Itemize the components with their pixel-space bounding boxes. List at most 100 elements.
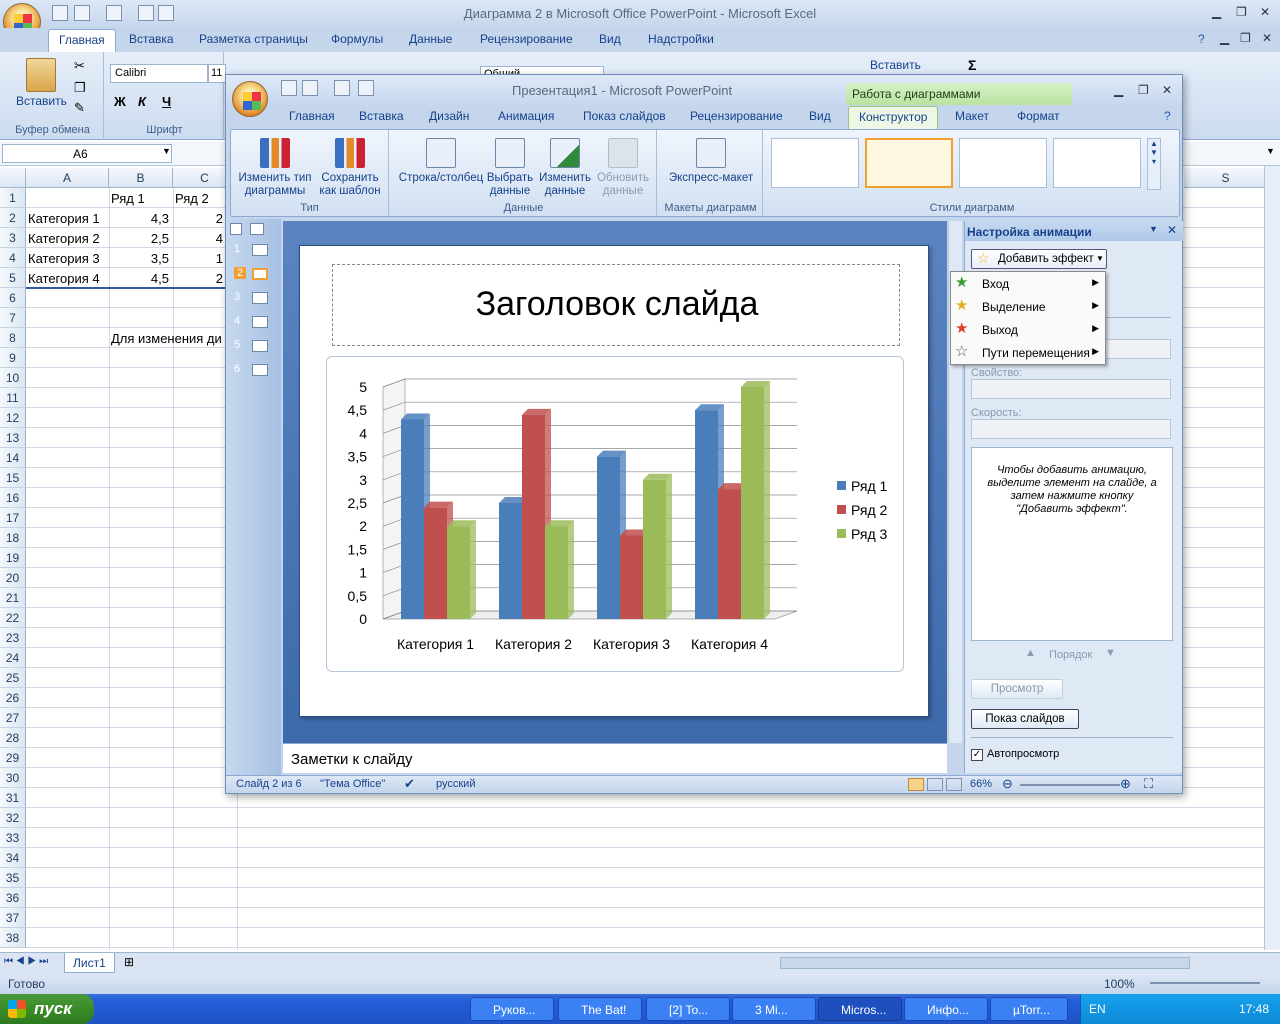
minimize-icon[interactable]: ▁ (1220, 31, 1229, 45)
row-header[interactable]: 7 (0, 308, 26, 328)
chart-frame[interactable]: 0 0,5 1 1,5 2 2,5 3 3,5 4 4,5 5 Категория 1 Категори… (326, 356, 904, 672)
help-icon[interactable]: ? (1198, 32, 1205, 46)
cell-c1[interactable]: Ряд 2 (173, 188, 225, 208)
row-header[interactable]: 34 (0, 848, 26, 868)
row-header[interactable]: 36 (0, 888, 26, 908)
zoom-out-icon[interactable]: ⊖ (1002, 776, 1013, 792)
pane-close-icon[interactable]: ✕ (1167, 223, 1177, 237)
tab-chart-layout[interactable]: Макет (955, 109, 989, 123)
column-header[interactable]: A (26, 168, 109, 188)
vertical-scrollbar[interactable] (1264, 166, 1280, 950)
chart-style-red[interactable] (1053, 138, 1141, 188)
animation-list[interactable]: Чтобы добавить анимацию, выделите элемен… (971, 447, 1173, 641)
row-header[interactable]: 37 (0, 908, 26, 928)
zoom-slider[interactable] (1150, 982, 1260, 984)
row-header[interactable]: 2 (0, 208, 26, 228)
row-header[interactable]: 31 (0, 788, 26, 808)
tab-view[interactable]: Вид (809, 109, 831, 123)
row-header[interactable]: 6 (0, 288, 26, 308)
minimize-icon[interactable]: ▁ (1114, 83, 1123, 97)
row-header[interactable]: 29 (0, 748, 26, 768)
cell-a5[interactable]: Категория 4 (26, 268, 102, 288)
taskbar-button[interactable]: Micros... (818, 997, 902, 1021)
chart-style-blue[interactable] (959, 138, 1047, 188)
underline-button[interactable]: Ч (162, 94, 171, 109)
restore-icon[interactable]: ❐ (1240, 31, 1251, 45)
save-as-template-button[interactable]: Сохранить как шаблон (315, 138, 385, 198)
row-header[interactable]: 1 (0, 188, 26, 208)
row-header[interactable]: 4 (0, 248, 26, 268)
zoom-level[interactable]: 100% (1104, 977, 1135, 991)
tab-animation[interactable]: Анимация (498, 109, 554, 123)
cell-b4[interactable]: 3,5 (109, 248, 171, 268)
menu-item-emphasis[interactable]: ★ Выделение ▶ (951, 295, 1105, 318)
new-sheet-icon[interactable]: ⊞ (124, 955, 134, 969)
format-painter-icon[interactable]: ✎ (74, 100, 85, 116)
paste-icon[interactable] (26, 58, 56, 92)
help-icon[interactable]: ? (1164, 109, 1171, 123)
change-chart-type-button[interactable]: Изменить тип диаграммы (237, 138, 313, 198)
cell-b2[interactable]: 4,3 (109, 208, 171, 228)
tab-design[interactable]: Дизайн (429, 109, 469, 123)
qat-icon[interactable] (358, 80, 374, 96)
row-header[interactable]: 27 (0, 708, 26, 728)
reorder-down-icon[interactable]: ▼ (1105, 647, 1116, 659)
start-button[interactable]: пуск (0, 994, 94, 1024)
font-size-select[interactable]: 11 (208, 64, 226, 83)
styles-scroll[interactable]: ▲ ▼ ▾ (1147, 138, 1161, 190)
select-data-button[interactable]: Выбрать данные (485, 138, 535, 198)
row-header[interactable]: 5 (0, 268, 26, 288)
row-header[interactable]: 22 (0, 608, 26, 628)
row-header[interactable]: 20 (0, 568, 26, 588)
horizontal-scrollbar[interactable] (780, 957, 1190, 969)
cell-b1[interactable]: Ряд 1 (109, 188, 173, 208)
minimize-icon[interactable]: ▁ (1212, 5, 1221, 19)
row-header[interactable]: 24 (0, 648, 26, 668)
row-header[interactable]: 17 (0, 508, 26, 528)
pane-menu-icon[interactable]: ▼ (1149, 224, 1158, 234)
chart-style-gray[interactable] (771, 138, 859, 188)
maximize-icon[interactable]: ❐ (1236, 5, 1247, 19)
row-header[interactable]: 30 (0, 768, 26, 788)
slide-thumbnail[interactable] (252, 316, 268, 328)
reorder-up-icon[interactable]: ▲ (1025, 647, 1036, 659)
row-header[interactable]: 11 (0, 388, 26, 408)
taskbar-button[interactable]: Руков... (470, 997, 554, 1021)
chevron-down-icon[interactable]: ▼ (162, 146, 171, 156)
taskbar-button[interactable]: The Bat! (558, 997, 642, 1021)
menu-item-exit[interactable]: ★ Выход ▶ (951, 318, 1105, 341)
slideshow-view-icon[interactable] (946, 778, 962, 791)
normal-view-icon[interactable] (908, 778, 924, 791)
row-header[interactable]: 13 (0, 428, 26, 448)
title-placeholder[interactable]: Заголовок слайда (332, 264, 900, 346)
slides-tab-icon[interactable] (230, 223, 242, 235)
row-header[interactable]: 28 (0, 728, 26, 748)
notes-pane[interactable]: Заметки к слайду (283, 743, 947, 773)
slideshow-button[interactable]: Показ слайдов (971, 709, 1079, 729)
tab-addins[interactable]: Надстройки (648, 32, 714, 46)
cell-c5[interactable]: 2 (173, 268, 225, 288)
name-box[interactable]: A6 (2, 144, 172, 163)
undo-icon[interactable] (302, 80, 318, 96)
copy-icon[interactable]: ❐ (74, 80, 86, 96)
redo-icon[interactable] (334, 80, 350, 96)
preview-button[interactable]: Просмотр (971, 679, 1063, 699)
font-name-select[interactable]: Calibri (110, 64, 208, 83)
language[interactable]: русский (436, 778, 475, 790)
cell-b8[interactable]: Для изменения ди (109, 328, 225, 348)
close-icon[interactable]: ✕ (1260, 5, 1270, 19)
tab-insert[interactable]: Вставка (129, 32, 174, 46)
autosum-button[interactable]: Σ (968, 57, 976, 73)
slide-thumbnail[interactable] (252, 244, 268, 256)
sheet-tab[interactable]: Лист1 (64, 953, 115, 973)
menu-item-motion-paths[interactable]: ☆ Пути перемещения ▶ (951, 341, 1105, 364)
slide-thumbnail[interactable] (252, 292, 268, 304)
menu-item-entrance[interactable]: ★ Вход ▶ (951, 272, 1105, 295)
taskbar-button[interactable]: [2] To... (646, 997, 730, 1021)
spellcheck-icon[interactable]: ✔ (404, 776, 415, 792)
tab-formulas[interactable]: Формулы (331, 32, 383, 46)
tab-home[interactable]: Главная (48, 29, 116, 52)
outline-tab-icon[interactable] (250, 223, 264, 235)
tab-data[interactable]: Данные (409, 32, 452, 46)
row-header[interactable]: 26 (0, 688, 26, 708)
